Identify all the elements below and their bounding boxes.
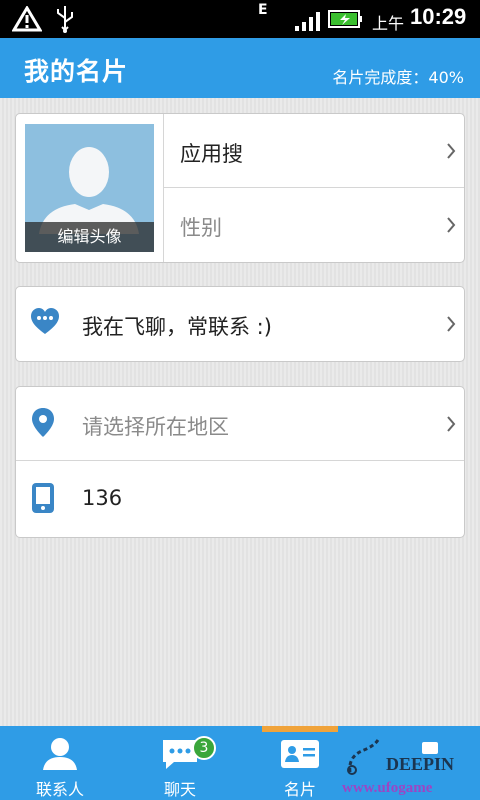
watermark: DEEPIN www.ufogame xyxy=(340,726,480,800)
network-type: E xyxy=(258,2,268,18)
avatar-edit[interactable]: 编辑头像 xyxy=(25,124,154,252)
tab-chat[interactable]: 3 聊天 xyxy=(120,726,240,800)
business-card-icon xyxy=(278,736,322,776)
tab-chat-label: 聊天 xyxy=(163,780,196,799)
contact-info-card: 请选择所在地区 136 xyxy=(15,386,465,538)
watermark-brand: DEEPIN xyxy=(386,754,455,774)
page-title: 我的名片 xyxy=(24,57,129,86)
location-pin-icon xyxy=(30,407,56,443)
chat-status-row[interactable]: 我在飞聊，常联系 :) xyxy=(16,287,464,361)
tab-contacts-label: 联系人 xyxy=(35,780,84,799)
watermark-logo-icon xyxy=(347,739,380,775)
region-row[interactable]: 请选择所在地区 xyxy=(16,387,464,461)
avatar-caption: 编辑头像 xyxy=(25,222,154,252)
region-placeholder: 请选择所在地区 xyxy=(82,415,229,439)
person-icon xyxy=(40,736,80,776)
app-search-row[interactable]: 应用搜 xyxy=(164,114,464,188)
chat-status-card[interactable]: 我在飞聊，常联系 :) xyxy=(15,286,465,362)
gender-placeholder: 性别 xyxy=(180,216,222,240)
status-bar: E 上午 10:29 xyxy=(0,0,480,38)
app-header: 我的名片 名片完成度：40% xyxy=(0,38,480,98)
clock: 10:29 xyxy=(410,4,467,29)
gender-row[interactable]: 性别 xyxy=(164,188,464,262)
battery-icon xyxy=(328,9,364,33)
watermark-url: www.ufogame xyxy=(342,780,433,796)
chat-unread-badge: 3 xyxy=(192,736,216,760)
chat-heart-icon xyxy=(30,307,60,341)
usb-icon xyxy=(54,4,76,38)
phone-icon xyxy=(30,482,56,518)
chat-status-text: 我在飞聊，常联系 :) xyxy=(82,315,272,339)
chevron-right-icon xyxy=(446,142,456,164)
main-content: 编辑头像 应用搜 性别 我在飞聊，常联系 :) 请选择所在地区 136 xyxy=(0,98,480,726)
chevron-right-icon xyxy=(446,216,456,238)
chevron-right-icon xyxy=(446,315,456,337)
phone-row[interactable]: 136 xyxy=(16,462,464,536)
app-search-label: 应用搜 xyxy=(180,142,243,166)
tab-contacts[interactable]: 联系人 xyxy=(0,726,120,800)
completion-label: 名片完成度：40% xyxy=(332,68,464,87)
phone-value: 136 xyxy=(82,486,123,510)
signal-icon xyxy=(294,10,322,36)
warning-icon xyxy=(11,5,43,36)
chevron-right-icon xyxy=(446,415,456,437)
am-pm-label: 上午 xyxy=(372,14,405,33)
profile-card: 编辑头像 应用搜 性别 xyxy=(15,113,465,263)
